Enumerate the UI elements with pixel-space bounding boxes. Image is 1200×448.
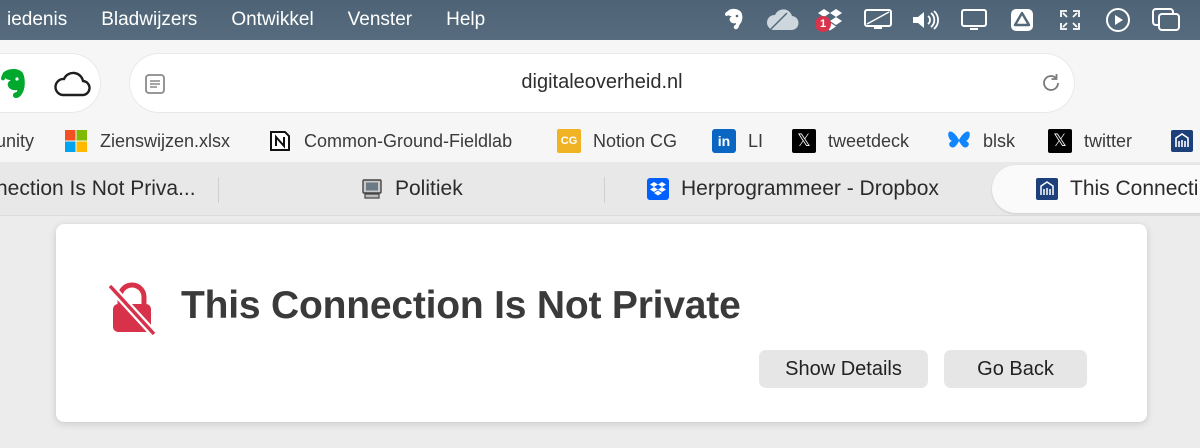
bookmark-twitter[interactable]: 𝕏 twitter	[1048, 120, 1132, 162]
bookmark-linkedin[interactable]: in LI	[712, 120, 763, 162]
window-stack-icon[interactable]	[1142, 0, 1190, 40]
tab-not-private[interactable]: nection Is Not Priva...	[0, 162, 214, 216]
microsoft-icon	[64, 129, 88, 153]
bookmark-label: LI	[748, 130, 764, 151]
notion-icon	[268, 129, 292, 153]
menu-item-bladwijzers[interactable]: Bladwijzers	[84, 9, 214, 31]
play-circle-icon[interactable]	[1094, 0, 1142, 40]
menu-items: iedenis Bladwijzers Ontwikkel Venster He…	[0, 9, 502, 31]
bluesky-icon	[947, 129, 971, 153]
cloud-icon[interactable]	[758, 0, 806, 40]
display-mirroring-icon[interactable]	[854, 0, 902, 40]
go-back-button[interactable]: Go Back	[944, 350, 1087, 388]
bookmark-bluesky[interactable]: blsk	[947, 120, 1015, 162]
bookmark-label: Notion CG	[593, 130, 678, 151]
government-crest-icon	[1170, 129, 1194, 153]
tab-politiek[interactable]: Politiek	[361, 162, 463, 216]
tab-label: Herprogrammeer - Dropbox	[681, 177, 939, 200]
bookmark-government[interactable]	[1170, 120, 1200, 162]
x-icon: 𝕏	[1048, 129, 1072, 153]
evernote-icon[interactable]	[0, 66, 30, 100]
evernote-elephant-icon[interactable]	[710, 0, 758, 40]
google-drive-icon[interactable]	[998, 0, 1046, 40]
dropbox-icon[interactable]: 1	[806, 0, 854, 40]
bookmark-tweetdeck[interactable]: 𝕏 tweetdeck	[792, 120, 909, 162]
menu-item-help[interactable]: Help	[429, 9, 502, 31]
cloud-icon[interactable]	[53, 70, 91, 98]
address-bar[interactable]: digitaleoverheid.nl	[130, 54, 1074, 112]
dropbox-badge: 1	[815, 16, 831, 32]
menu-item-venster[interactable]: Venster	[331, 9, 429, 31]
tab-bar: nection Is Not Priva... Politiek Herprog…	[0, 162, 1200, 216]
tab-label: Politiek	[395, 177, 463, 200]
tab-this-connection[interactable]: This Connecti	[992, 165, 1200, 213]
linkedin-icon: in	[712, 129, 736, 153]
cg-icon: CG	[557, 129, 581, 153]
screen-icon[interactable]	[950, 0, 998, 40]
tab-separator	[218, 177, 219, 203]
browser-toolbar: digitaleoverheid.nl	[0, 40, 1200, 120]
menu-item-geschiedenis[interactable]: iedenis	[0, 9, 84, 31]
bookmark-zienswijzen[interactable]: Zienswijzen.xlsx	[64, 120, 230, 162]
reload-icon[interactable]	[1040, 72, 1062, 94]
volume-icon[interactable]	[902, 0, 950, 40]
bookmarks-bar: unity Zienswijzen.xlsx Common-Ground-Fie…	[0, 120, 1200, 162]
bookmark-label: Common-Ground-Fieldlab	[304, 130, 513, 151]
tab-label: This Connecti	[1070, 177, 1199, 200]
computer-icon	[361, 178, 383, 200]
bookmark-label: unity	[0, 130, 35, 151]
resize-icon[interactable]	[1046, 0, 1094, 40]
government-crest-icon	[1036, 178, 1058, 200]
tab-separator	[604, 177, 605, 203]
bookmark-label: tweetdeck	[828, 130, 910, 151]
error-title: This Connection Is Not Private	[181, 284, 741, 327]
tab-dropbox[interactable]: Herprogrammeer - Dropbox	[647, 162, 939, 216]
menu-bar: iedenis Bladwijzers Ontwikkel Venster He…	[0, 0, 1200, 40]
bookmark-common-ground[interactable]: Common-Ground-Fieldlab	[268, 120, 512, 162]
bookmark-label: Zienswijzen.xlsx	[100, 130, 231, 151]
x-icon: 𝕏	[792, 129, 816, 153]
status-icons: 1	[710, 0, 1190, 40]
show-details-button[interactable]: Show Details	[759, 350, 928, 388]
bookmark-notion-cg[interactable]: CG Notion CG	[557, 120, 677, 162]
bookmark-label: twitter	[1084, 130, 1133, 151]
url-text[interactable]: digitaleoverheid.nl	[130, 71, 1074, 94]
bookmark-label: blsk	[983, 130, 1016, 151]
broken-lock-warning-icon	[107, 282, 157, 337]
error-card: This Connection Is Not Private Show Deta…	[56, 224, 1147, 422]
tab-label: nection Is Not Priva...	[0, 177, 196, 200]
menu-item-ontwikkel[interactable]: Ontwikkel	[214, 9, 330, 31]
bookmark-community[interactable]: unity	[0, 120, 34, 162]
dropbox-icon	[647, 178, 669, 200]
page-content: This Connection Is Not Private Show Deta…	[0, 216, 1200, 448]
